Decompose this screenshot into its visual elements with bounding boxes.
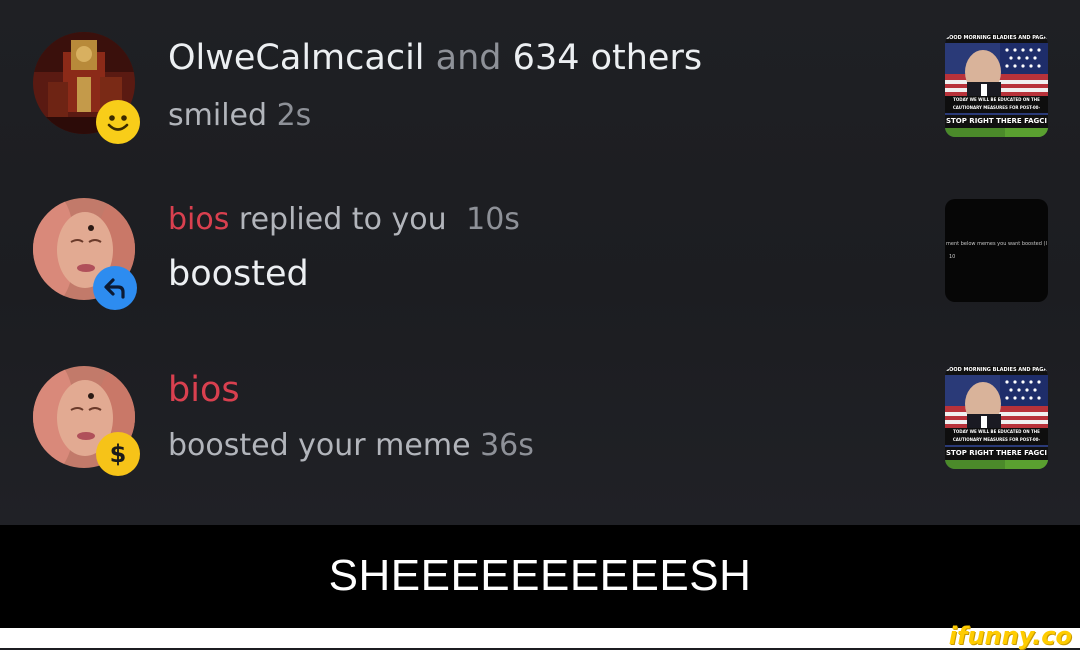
reply-thumbnail-count: 10 (949, 254, 956, 260)
meme-middle-text: TODAY WE WILL BE EDUCATED ON THE CAUTION… (945, 428, 1048, 445)
dollar-icon: $ (109, 440, 127, 468)
meme-top-text: GOOD MORNING BLADIES AND PAGANMEN (945, 34, 1048, 43)
notifications-screen: OlweCalmcacil and 634 others smiled 2s G… (0, 0, 1080, 525)
dollar-badge: $ (96, 432, 140, 476)
connector-text: and (435, 38, 502, 78)
actor-name[interactable]: bios (168, 370, 240, 410)
meme-bottom-text: STOP RIGHT THERE FAGCI (945, 447, 1048, 460)
meme-thumbnail[interactable]: GOOD MORNING BLADIES AND PAGANMEN TODAY … (945, 34, 1048, 137)
reply-thumbnail-text: ment below memes you want boosted (I (946, 241, 1047, 247)
action-text: smiled (168, 98, 268, 133)
timestamp: 36s (480, 428, 534, 463)
meme-bottom-text: STOP RIGHT THERE FAGCI (945, 115, 1048, 128)
notification-row-boost[interactable]: $ bios boosted your meme 36s GOOD MORNIN… (0, 346, 1080, 486)
ifunny-watermark: ifunny.co (948, 622, 1072, 650)
timestamp: 2s (276, 98, 312, 133)
reply-thumbnail[interactable]: ment below memes you want boosted (I 10 (945, 199, 1048, 302)
notification-row-reply[interactable]: bios replied to you 10s boosted ment bel… (0, 178, 1080, 318)
notification-headline: OlweCalmcacil and 634 others (168, 38, 702, 78)
meme-top-text: GOOD MORNING BLADIES AND PAGANMEN (945, 366, 1048, 375)
notification-headline: bios (168, 370, 240, 410)
smile-icon (99, 103, 137, 141)
action-text: boosted your meme (168, 428, 471, 463)
notification-headline: bios replied to you 10s (168, 202, 520, 237)
meme-middle-text: TODAY WE WILL BE EDUCATED ON THE CAUTION… (945, 96, 1048, 113)
meme-thumbnail[interactable]: GOOD MORNING BLADIES AND PAGANMEN TODAY … (945, 366, 1048, 469)
notification-subline: smiled 2s (168, 98, 311, 133)
actor-name[interactable]: bios (168, 202, 229, 237)
actor-name[interactable]: OlweCalmcacil (168, 38, 425, 78)
others-count[interactable]: 634 others (513, 38, 702, 78)
reply-arrow-icon (104, 278, 125, 299)
reply-message: boosted (168, 254, 309, 294)
reply-badge (93, 266, 137, 310)
notification-subline: boosted your meme 36s (168, 428, 534, 463)
timestamp: 10s (466, 202, 520, 237)
action-text: replied to you (238, 202, 447, 237)
caption-bar: SHEEEEEEEEEESH (0, 525, 1080, 628)
notification-row-smile[interactable]: OlweCalmcacil and 634 others smiled 2s G… (0, 20, 1080, 160)
meme-caption: SHEEEEEEEEEESH (328, 551, 752, 600)
smile-badge (96, 100, 140, 144)
watermark-footer: ifunny.co (0, 622, 1080, 650)
